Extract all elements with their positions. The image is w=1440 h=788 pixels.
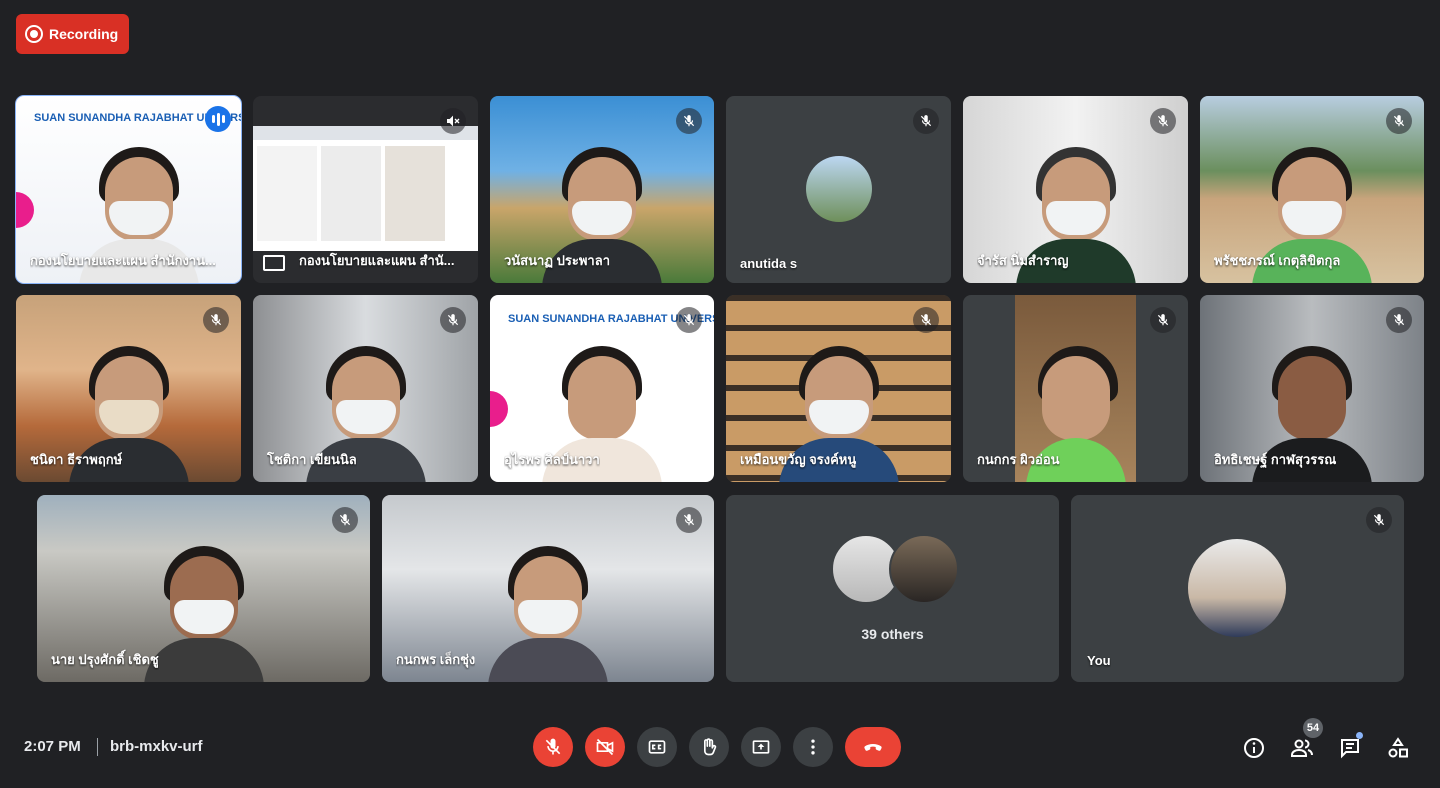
record-icon bbox=[25, 25, 43, 43]
participant-tile[interactable]: SUAN SUNANDHA RAJABHAT UNIVERS กองนโยบาย… bbox=[15, 95, 242, 284]
presentation-icon bbox=[263, 255, 285, 271]
camera-off-icon bbox=[596, 738, 614, 756]
closed-captions-icon bbox=[648, 740, 666, 754]
participant-name: พรัชชภรณ์ เกตุลิขิตกุล bbox=[1214, 253, 1341, 268]
hand-icon bbox=[704, 738, 717, 756]
mic-off-icon bbox=[913, 307, 939, 333]
participant-count-badge: 54 bbox=[1303, 718, 1323, 738]
mic-off-icon bbox=[545, 738, 561, 755]
meeting-code: brb-mxkv-urf bbox=[110, 738, 203, 755]
participant-video bbox=[143, 546, 264, 682]
participant-name: โชติกา เขียนนิล bbox=[267, 452, 357, 467]
participant-tile[interactable]: SUAN SUNANDHA RAJABHAT UNIVERS อุไรพร ศิ… bbox=[490, 295, 714, 482]
camera-toggle-button[interactable] bbox=[585, 727, 625, 767]
present-screen-icon bbox=[752, 740, 770, 754]
shared-screen-preview bbox=[253, 126, 478, 251]
participant-tile[interactable]: เหมือนขวัญ จรงค์หนู bbox=[726, 295, 951, 482]
participant-name: อุไรพร ศิลป์นาวา bbox=[504, 452, 600, 467]
speaker-off-icon bbox=[440, 108, 466, 134]
info-icon bbox=[1244, 738, 1264, 758]
more-options-button[interactable] bbox=[793, 727, 833, 767]
logo-mark bbox=[490, 391, 508, 427]
chat-icon bbox=[1341, 739, 1359, 759]
present-screen-button[interactable] bbox=[741, 727, 781, 767]
mic-off-icon bbox=[676, 507, 702, 533]
participant-name: กองนโยบายและแผน สำนั... bbox=[299, 253, 455, 268]
participant-name: อิทธิเชษฐ์ กาฬสุวรรณ bbox=[1214, 452, 1337, 467]
divider bbox=[97, 738, 98, 756]
participant-tile[interactable]: ชนิดา ธีราพฤกษ์ bbox=[16, 295, 241, 482]
participant-avatar bbox=[806, 156, 872, 222]
mic-off-icon bbox=[332, 507, 358, 533]
participant-tile[interactable]: พรัชชภรณ์ เกตุลิขิตกุล bbox=[1200, 96, 1424, 283]
participant-name: นาย ปรุงศักดิ์ เชิดชู bbox=[51, 652, 159, 667]
self-avatar bbox=[1188, 539, 1286, 637]
participant-tile[interactable]: โชติกา เขียนนิล bbox=[253, 295, 478, 482]
more-vert-icon bbox=[811, 739, 815, 755]
meeting-details-button[interactable] bbox=[1238, 732, 1270, 764]
participant-tile[interactable]: กนกกร ผิวอ่อน bbox=[963, 295, 1188, 482]
others-count-label: 39 others bbox=[861, 626, 924, 642]
participant-name: กองนโยบายและแผน สำนักงาน... bbox=[30, 253, 216, 268]
participant-tile[interactable]: จำรัส นิ่มสำราญ bbox=[963, 96, 1188, 283]
participant-tile[interactable]: อิทธิเชษฐ์ กาฬสุวรรณ bbox=[1200, 295, 1424, 482]
participant-tile[interactable]: anutida s bbox=[726, 96, 951, 283]
speaking-indicator-icon bbox=[205, 106, 231, 132]
participant-name: เหมือนขวัญ จรงค์หนู bbox=[740, 452, 857, 467]
control-bar: 2:07 PM brb-mxkv-urf 54 bbox=[0, 712, 1440, 782]
participant-name: จำรัส นิ่มสำราญ bbox=[977, 253, 1069, 268]
recording-label: Recording bbox=[49, 26, 119, 42]
mic-off-icon bbox=[1150, 108, 1176, 134]
participant-video bbox=[488, 546, 608, 682]
participant-tile[interactable]: นาย ปรุงศักดิ์ เชิดชู bbox=[37, 495, 370, 682]
mic-off-icon bbox=[1386, 307, 1412, 333]
self-name-label: You bbox=[1087, 653, 1111, 668]
people-icon bbox=[1291, 739, 1313, 757]
mic-off-icon bbox=[203, 307, 229, 333]
activities-button[interactable] bbox=[1382, 732, 1414, 764]
participant-avatar bbox=[889, 534, 959, 604]
mic-off-icon bbox=[913, 108, 939, 134]
self-tile[interactable]: You bbox=[1071, 495, 1404, 682]
participant-tile[interactable]: วนัสนาฏ ประพาลา bbox=[490, 96, 714, 283]
mic-off-icon bbox=[676, 108, 702, 134]
mic-off-icon bbox=[1386, 108, 1412, 134]
mic-off-icon bbox=[440, 307, 466, 333]
recording-indicator[interactable]: Recording bbox=[16, 14, 129, 54]
mic-off-icon bbox=[676, 307, 702, 333]
end-call-icon bbox=[864, 744, 882, 751]
leave-call-button[interactable] bbox=[845, 727, 901, 767]
participant-tile[interactable]: กนกพร เล็กชุ่ง bbox=[382, 495, 714, 682]
participant-tile-presenting[interactable]: กองนโยบายและแผน สำนั... bbox=[253, 96, 478, 283]
mic-off-icon bbox=[1366, 507, 1392, 533]
captions-button[interactable] bbox=[637, 727, 677, 767]
others-tile[interactable]: 39 others bbox=[726, 495, 1059, 682]
participant-name: กนกพร เล็กชุ่ง bbox=[396, 652, 476, 667]
mic-off-icon bbox=[1150, 307, 1176, 333]
participant-name: กนกกร ผิวอ่อน bbox=[977, 452, 1060, 467]
raise-hand-button[interactable] bbox=[689, 727, 729, 767]
participant-name: วนัสนาฏ ประพาลา bbox=[504, 253, 610, 268]
participant-name: anutida s bbox=[740, 256, 798, 271]
shapes-icon bbox=[1388, 737, 1408, 758]
mic-toggle-button[interactable] bbox=[533, 727, 573, 767]
unread-chat-dot bbox=[1356, 732, 1363, 739]
participant-name: ชนิดา ธีราพฤกษ์ bbox=[30, 452, 123, 467]
meeting-time: 2:07 PM bbox=[24, 738, 81, 755]
